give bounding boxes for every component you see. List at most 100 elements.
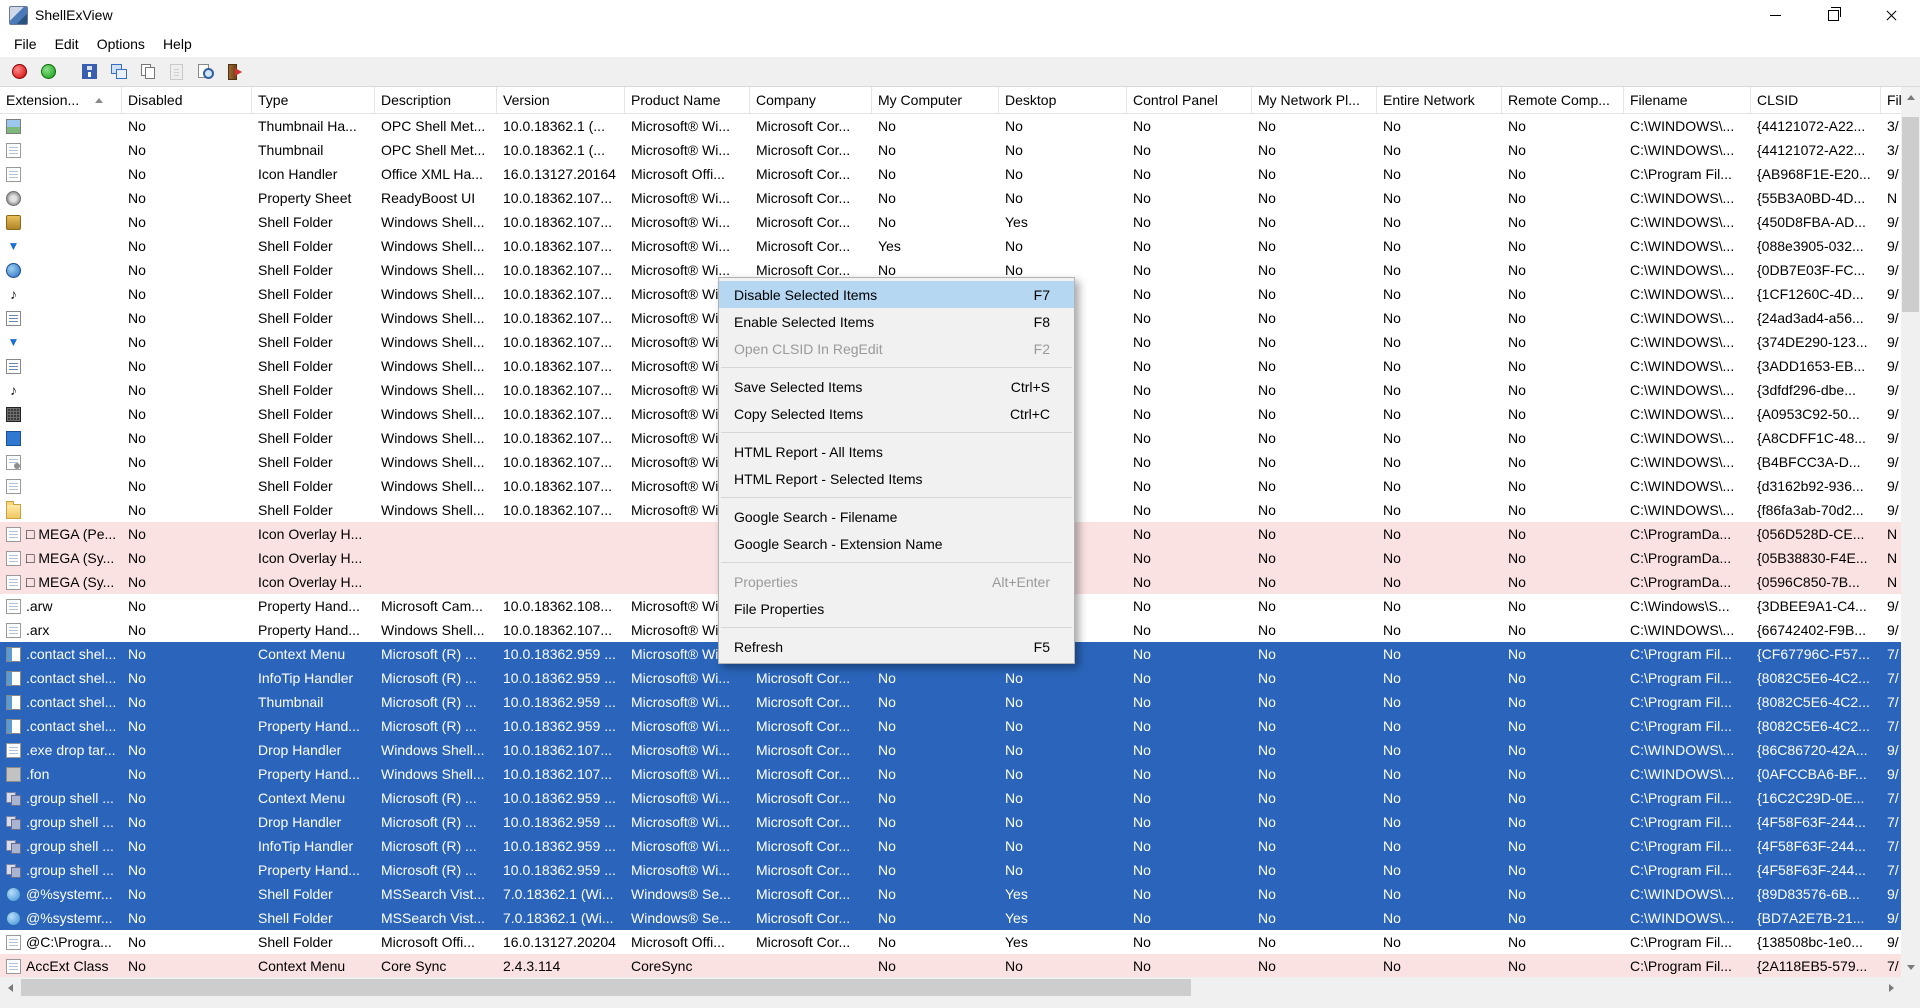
cell: No <box>999 954 1127 977</box>
cell <box>0 162 122 186</box>
copy-button[interactable] <box>133 58 162 86</box>
table-row[interactable]: .contact shel...NoProperty Hand...Micros… <box>0 714 1901 738</box>
cell: No <box>122 426 252 450</box>
cell: No <box>1377 882 1502 906</box>
minimize-button[interactable] <box>1746 0 1804 30</box>
scrollbar-corner <box>1901 977 1920 998</box>
table-row[interactable]: @%systemr...NoShell FolderMSSearch Vist.… <box>0 906 1901 930</box>
table-row[interactable]: NoShell FolderWindows Shell...10.0.18362… <box>0 210 1901 234</box>
menu-file[interactable]: File <box>5 30 46 57</box>
cell: C:\WINDOWS\... <box>1624 138 1751 162</box>
cell: No <box>1127 162 1252 186</box>
horizontal-scroll-thumb[interactable] <box>21 979 1191 996</box>
open-in-regedit-button[interactable] <box>104 58 133 86</box>
table-row[interactable]: NoProperty SheetReadyBoost UI10.0.18362.… <box>0 186 1901 210</box>
column-header-remote-comp[interactable]: Remote Comp... <box>1502 87 1624 113</box>
exit-button[interactable] <box>220 58 249 86</box>
scroll-right-button[interactable] <box>1882 978 1901 997</box>
menu-help[interactable]: Help <box>154 30 201 57</box>
menu-edit[interactable]: Edit <box>46 30 88 57</box>
cell <box>0 306 122 330</box>
cell: {24ad3ad4-a56... <box>1751 306 1881 330</box>
menu-item-google-search-filename[interactable]: Google Search - Filename <box>719 503 1074 530</box>
cell: 10.0.18362.959 ... <box>497 810 625 834</box>
column-header-product-name[interactable]: Product Name <box>625 87 750 113</box>
table-row[interactable]: NoThumbnail Ha...OPC Shell Met...10.0.18… <box>0 114 1901 138</box>
menu-item-html-report-selected-items[interactable]: HTML Report - Selected Items <box>719 465 1074 492</box>
menu-item-refresh[interactable]: RefreshF5 <box>719 633 1074 660</box>
group-icon <box>6 839 21 854</box>
table-row[interactable]: .contact shel...NoThumbnailMicrosoft (R)… <box>0 690 1901 714</box>
column-label: My Computer <box>878 92 962 108</box>
column-header-version[interactable]: Version <box>497 87 625 113</box>
column-header-desktop[interactable]: Desktop <box>999 87 1127 113</box>
down-icon: ▼ <box>6 239 21 254</box>
exit-icon <box>226 63 243 80</box>
table-row[interactable]: .exe drop tar...NoDrop HandlerWindows Sh… <box>0 738 1901 762</box>
cell: No <box>1127 690 1252 714</box>
menu-item-save-selected-items[interactable]: Save Selected ItemsCtrl+S <box>719 373 1074 400</box>
cell: No <box>1502 570 1624 594</box>
find-button[interactable] <box>191 58 220 86</box>
table-row[interactable]: NoIcon HandlerOffice XML Ha...16.0.13127… <box>0 162 1901 186</box>
column-header-fil[interactable]: Fil... <box>1881 87 1901 113</box>
cell: 7.0.18362.1 (Wi... <box>497 882 625 906</box>
column-header-control-panel[interactable]: Control Panel <box>1127 87 1252 113</box>
menu-options[interactable]: Options <box>88 30 154 57</box>
menu-item-copy-selected-items[interactable]: Copy Selected ItemsCtrl+C <box>719 400 1074 427</box>
table-row[interactable]: .fonNoProperty Hand...Windows Shell...10… <box>0 762 1901 786</box>
table-row[interactable]: .contact shel...NoInfoTip HandlerMicroso… <box>0 666 1901 690</box>
column-header-disabled[interactable]: Disabled <box>122 87 252 113</box>
table-row[interactable]: ▼NoShell FolderWindows Shell...10.0.1836… <box>0 234 1901 258</box>
column-header-my-network-pl[interactable]: My Network Pl... <box>1252 87 1377 113</box>
cell: {86C86720-42A... <box>1751 738 1881 762</box>
cell: @C:\Progra... <box>0 930 122 954</box>
table-row[interactable]: @C:\Progra...NoShell FolderMicrosoft Off… <box>0 930 1901 954</box>
table-row[interactable]: AccExt ClassNoContext MenuCore Sync2.4.3… <box>0 954 1901 977</box>
cell: Shell Folder <box>252 498 375 522</box>
find-icon <box>197 63 214 80</box>
cell: No <box>122 546 252 570</box>
cell: No <box>1127 954 1252 977</box>
close-button[interactable] <box>1862 0 1920 30</box>
maximize-button[interactable] <box>1804 0 1862 30</box>
table-row[interactable]: .group shell ...NoContext MenuMicrosoft … <box>0 786 1901 810</box>
column-header-clsid[interactable]: CLSID <box>1751 87 1881 113</box>
save-button[interactable] <box>75 58 104 86</box>
column-header-type[interactable]: Type <box>252 87 375 113</box>
menu-item-html-report-all-items[interactable]: HTML Report - All Items <box>719 438 1074 465</box>
table-row[interactable]: .group shell ...NoProperty Hand...Micros… <box>0 858 1901 882</box>
column-label: Extension... <box>6 92 79 108</box>
scroll-left-button[interactable] <box>0 978 19 997</box>
enable-selected-button[interactable] <box>34 58 63 86</box>
column-header-description[interactable]: Description <box>375 87 497 113</box>
horizontal-scrollbar[interactable] <box>0 977 1901 998</box>
menu-item-enable-selected-items[interactable]: Enable Selected ItemsF8 <box>719 308 1074 335</box>
cell: 7/ <box>1881 954 1901 977</box>
table-row[interactable]: .group shell ...NoInfoTip HandlerMicroso… <box>0 834 1901 858</box>
column-header-company[interactable]: Company <box>750 87 872 113</box>
menu-item-disable-selected-items[interactable]: Disable Selected ItemsF7 <box>719 281 1074 308</box>
cell: No <box>1127 714 1252 738</box>
disable-selected-button[interactable] <box>5 58 34 86</box>
menu-item-file-properties[interactable]: File Properties <box>719 595 1074 622</box>
cell: No <box>1127 306 1252 330</box>
column-header-extension[interactable]: Extension... <box>0 87 122 113</box>
table-row[interactable]: @%systemr...NoShell FolderMSSearch Vist.… <box>0 882 1901 906</box>
table-row[interactable]: NoThumbnailOPC Shell Met...10.0.18362.1 … <box>0 138 1901 162</box>
cell: Shell Folder <box>252 426 375 450</box>
table-row[interactable]: .group shell ...NoDrop HandlerMicrosoft … <box>0 810 1901 834</box>
menu-item-google-search-extension-name[interactable]: Google Search - Extension Name <box>719 530 1074 557</box>
cell: No <box>122 474 252 498</box>
cell: No <box>1127 642 1252 666</box>
column-header-my-computer[interactable]: My Computer <box>872 87 999 113</box>
column-header-filename[interactable]: Filename <box>1624 87 1751 113</box>
column-header-entire-network[interactable]: Entire Network <box>1377 87 1502 113</box>
vertical-scrollbar[interactable] <box>1901 87 1920 977</box>
vertical-scroll-thumb[interactable] <box>1902 117 1919 312</box>
cell: 2.4.3.114 <box>497 954 625 977</box>
cell: No <box>1127 258 1252 282</box>
arrow-right-icon <box>1889 984 1898 992</box>
scroll-up-button[interactable] <box>1901 87 1920 106</box>
scroll-down-button[interactable] <box>1901 958 1920 977</box>
